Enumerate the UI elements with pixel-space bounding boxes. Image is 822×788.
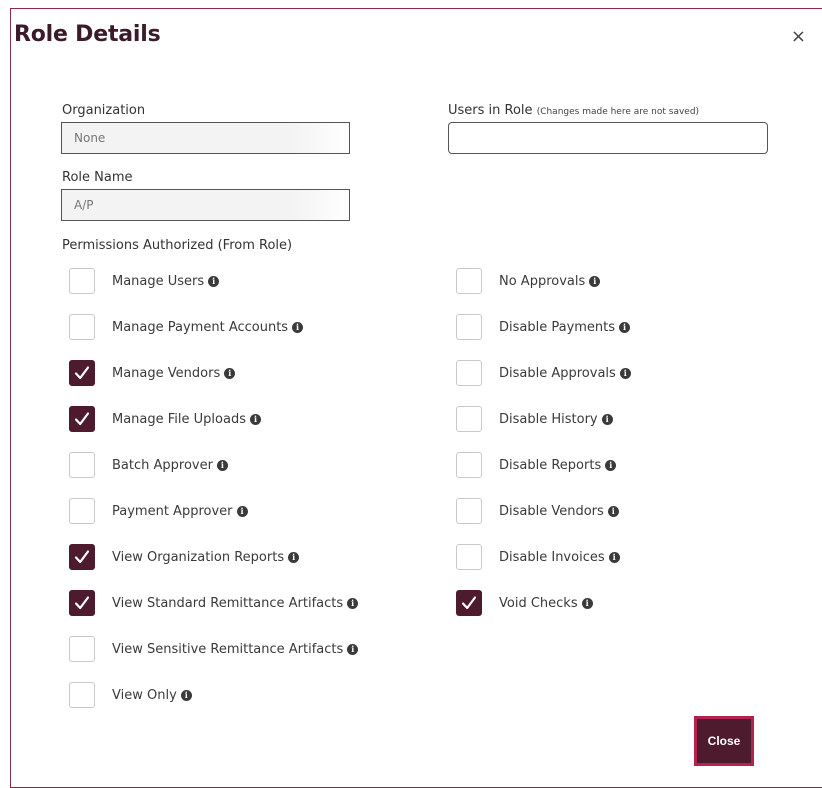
checkbox-disable-payments[interactable] [456,314,482,340]
permission-manage-users: Manage Users i [69,267,220,295]
permission-void-checks: Void Checks i [456,589,593,617]
permission-label: View Standard Remittance Artifacts [112,595,344,611]
close-icon[interactable]: × [791,26,806,47]
checkmark-icon [74,412,90,426]
permission-disable-reports: Disable Reports i [456,451,617,479]
role-name-label: Role Name [62,170,133,185]
permissions-heading: Permissions Authorized (From Role) [62,238,293,253]
checkbox-manage-file-uploads[interactable] [69,406,95,432]
permission-label: Disable Approvals [499,365,616,381]
permission-label: Disable Vendors [499,503,604,519]
checkbox-manage-users[interactable] [69,268,95,294]
info-icon[interactable]: i [216,459,228,471]
checkbox-disable-vendors[interactable] [456,498,482,524]
permission-label: Disable History [499,411,598,427]
checkbox-disable-history[interactable] [456,406,482,432]
role-name-field: A/P [61,189,350,221]
permission-view-standard-remittance-artifacts: View Standard Remittance Artifacts i [69,589,359,617]
info-icon[interactable]: i [601,413,613,425]
info-icon[interactable]: i [607,505,619,517]
users-in-role-note: (Changes made here are not saved) [536,107,700,117]
info-icon[interactable]: i [224,367,236,379]
permission-label: Batch Approver [112,457,213,473]
info-icon[interactable]: i [236,505,248,517]
permission-no-approvals: No Approvals i [456,267,601,295]
checkmark-icon [74,366,90,380]
permission-label: View Sensitive Remittance Artifacts [112,641,344,657]
info-icon[interactable]: i [619,367,631,379]
organization-label: Organization [62,103,146,118]
permission-label: No Approvals [499,273,586,289]
checkbox-batch-approver[interactable] [69,452,95,478]
permission-disable-invoices: Disable Invoices i [456,543,620,571]
permission-label: Manage Payment Accounts [112,319,289,335]
info-icon[interactable]: i [581,597,593,609]
permission-manage-vendors: Manage Vendors i [69,359,236,387]
permission-batch-approver: Batch Approver i [69,451,228,479]
info-icon[interactable]: i [347,643,359,655]
permission-disable-vendors: Disable Vendors i [456,497,619,525]
checkmark-icon [461,596,477,610]
checkbox-no-approvals[interactable] [456,268,482,294]
permission-disable-payments: Disable Payments i [456,313,631,341]
info-icon[interactable]: i [605,459,617,471]
permission-label: Manage Users [112,273,205,289]
users-in-role-label: Users in Role (Changes made here are not… [448,103,700,118]
info-icon[interactable]: i [249,413,261,425]
info-icon[interactable]: i [208,275,220,287]
checkmark-icon [74,550,90,564]
permission-label: Void Checks [499,595,578,611]
info-icon[interactable]: i [589,275,601,287]
permission-label: Payment Approver [112,503,233,519]
permission-manage-file-uploads: Manage File Uploads i [69,405,261,433]
users-in-role-input[interactable] [448,122,768,154]
checkbox-disable-approvals[interactable] [456,360,482,386]
checkbox-view-sensitive-remittance-artifacts[interactable] [69,636,95,662]
checkbox-view-standard-remittance-artifacts[interactable] [69,590,95,616]
permission-view-only: View Only i [69,681,192,709]
info-icon[interactable]: i [619,321,631,333]
dialog-title: Role Details [14,22,161,47]
info-icon[interactable]: i [288,551,300,563]
permission-label: Disable Reports [499,457,602,473]
permission-disable-approvals: Disable Approvals i [456,359,631,387]
checkbox-payment-approver[interactable] [69,498,95,524]
close-button[interactable]: Close [694,716,754,766]
permission-label: View Organization Reports [112,549,285,565]
checkbox-disable-reports[interactable] [456,452,482,478]
checkbox-manage-vendors[interactable] [69,360,95,386]
permission-label: Manage File Uploads [112,411,246,427]
permission-label: Manage Vendors [112,365,221,381]
permission-label: Disable Payments [499,319,616,335]
info-icon[interactable]: i [608,551,620,563]
info-icon[interactable]: i [347,597,359,609]
permission-view-sensitive-remittance-artifacts: View Sensitive Remittance Artifacts i [69,635,359,663]
checkbox-view-only[interactable] [69,682,95,708]
info-icon[interactable]: i [180,689,192,701]
permission-label: Disable Invoices [499,549,605,565]
checkbox-view-organization-reports[interactable] [69,544,95,570]
permission-label: View Only [112,687,177,703]
permission-payment-approver: Payment Approver i [69,497,248,525]
permission-disable-history: Disable History i [456,405,613,433]
checkbox-manage-payment-accounts[interactable] [69,314,95,340]
checkmark-icon [74,596,90,610]
info-icon[interactable]: i [292,321,304,333]
permission-view-organization-reports: View Organization Reports i [69,543,300,571]
permission-manage-payment-accounts: Manage Payment Accounts i [69,313,304,341]
organization-field: None [61,122,350,154]
checkbox-void-checks[interactable] [456,590,482,616]
checkbox-disable-invoices[interactable] [456,544,482,570]
